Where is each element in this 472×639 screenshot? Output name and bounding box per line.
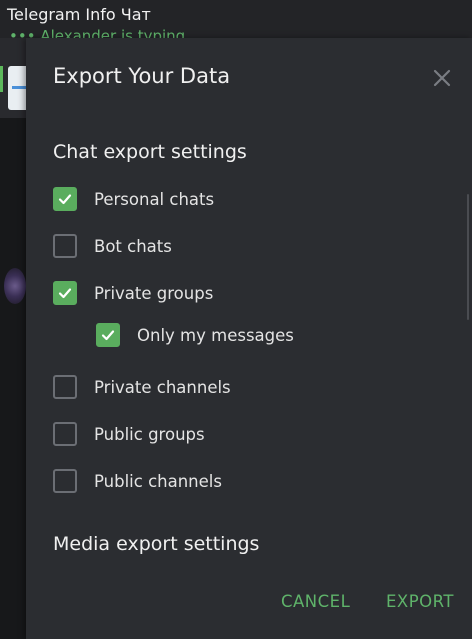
scrollbar[interactable] [467, 194, 469, 320]
pinned-indicator [0, 66, 3, 92]
avatar[interactable] [4, 268, 26, 304]
checkbox[interactable] [53, 422, 77, 446]
chat-header: Telegram Info Чат ••• Alexander is typin… [0, 0, 472, 45]
dialog-title: Export Your Data [53, 64, 231, 88]
check-icon [58, 194, 72, 205]
option-label: Public groups [94, 424, 205, 444]
option-public-groups[interactable]: Public groups [53, 420, 205, 448]
option-personal-chats[interactable]: Personal chats [53, 185, 214, 213]
checkbox[interactable] [53, 234, 77, 258]
option-private-channels[interactable]: Private channels [53, 373, 231, 401]
chat-title[interactable]: Telegram Info Чат [7, 5, 151, 24]
cancel-button[interactable]: CANCEL [281, 592, 350, 611]
option-private-groups[interactable]: Private groups [53, 279, 213, 307]
export-button[interactable]: EXPORT [386, 592, 454, 611]
option-label: Personal chats [94, 189, 215, 209]
option-label: Bot chats [94, 236, 172, 256]
option-label: Public channels [94, 471, 222, 491]
check-icon [58, 288, 72, 299]
check-icon [101, 330, 115, 341]
checkbox[interactable] [53, 469, 77, 493]
checkbox[interactable] [53, 187, 77, 211]
option-public-channels[interactable]: Public channels [53, 467, 222, 495]
dialog-footer: CANCEL EXPORT [26, 564, 472, 639]
option-only-my-messages[interactable]: Only my messages [96, 321, 294, 349]
close-icon [433, 69, 451, 87]
option-label: Private groups [94, 283, 214, 303]
checkbox[interactable] [53, 375, 77, 399]
export-dialog: Export Your Data Chat export settings Pe… [26, 38, 472, 639]
chat-area [0, 118, 26, 639]
option-label: Private channels [94, 377, 231, 397]
chat-export-settings-title: Chat export settings [53, 141, 247, 163]
option-label: Only my messages [137, 325, 294, 345]
checkbox[interactable] [96, 323, 120, 347]
checkbox[interactable] [53, 281, 77, 305]
option-bot-chats[interactable]: Bot chats [53, 232, 172, 260]
close-button[interactable] [430, 66, 454, 90]
media-export-settings-title: Media export settings [53, 533, 260, 555]
